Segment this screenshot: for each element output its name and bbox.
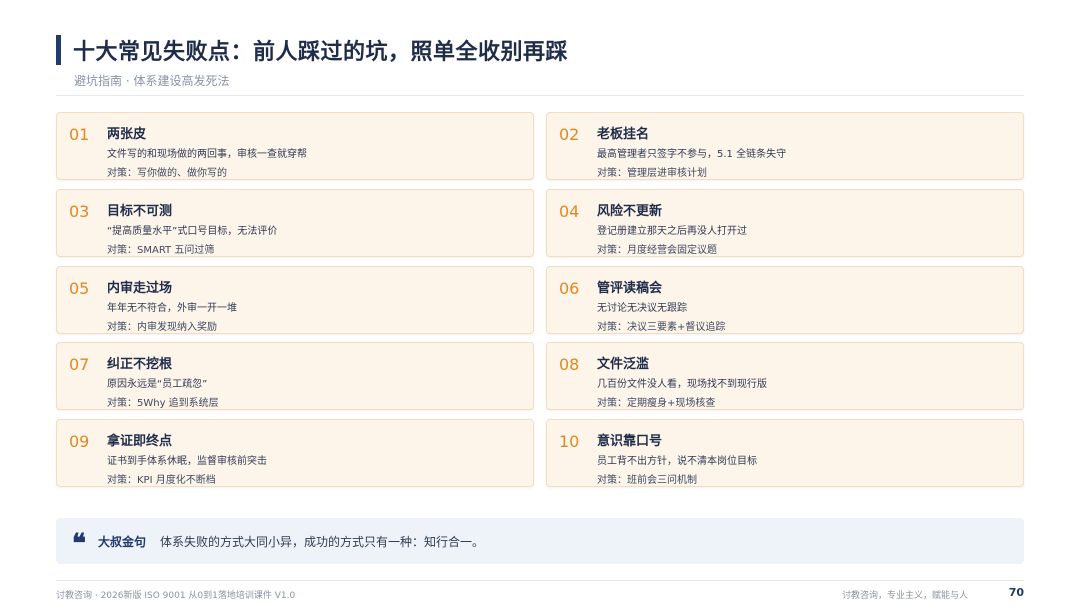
slide-header: 十大常见失败点：前人踩过的坑，照单全收别再踩 避坑指南 · 体系建设高发死法	[56, 34, 1024, 89]
card-title: 两张皮	[107, 127, 147, 142]
footer-course-info: 讨教咨询 · 2026新版 ISO 9001 从0到1落地培训课件 V1.0	[56, 591, 296, 601]
card-description: 证书到手体系休眠，监督审核前突击	[107, 456, 267, 467]
failure-card: 03 目标不可测 “提高质量水平”式口号目标，无法评价 对策：SMART 五问过…	[56, 189, 534, 257]
header-divider	[56, 95, 1024, 96]
failure-card: 06 管评读稿会 无讨论无决议无跟踪 对策：决议三要素+督议追踪	[546, 266, 1024, 334]
title-row: 十大常见失败点：前人踩过的坑，照单全收别再踩	[56, 34, 1024, 66]
card-description: 文件写的和现场做的两回事，审核一查就穿帮	[107, 149, 307, 160]
card-number: 05	[69, 279, 90, 298]
card-number: 07	[69, 355, 90, 374]
card-number: 06	[559, 279, 580, 298]
quote-text: 体系失败的方式大同小异，成功的方式只有一种：知行合一。	[160, 534, 485, 549]
failure-card: 10 意识靠口号 员工背不出方针，说不清本岗位目标 对策：班前会三问机制	[546, 419, 1024, 487]
failure-card: 04 风险不更新 登记册建立那天之后再没人打开过 对策：月度经营会固定议题	[546, 189, 1024, 257]
card-countermeasure: 对策：决议三要素+督议追踪	[597, 322, 726, 333]
page-title: 十大常见失败点：前人踩过的坑，照单全收别再踩	[73, 40, 569, 65]
card-title: 目标不可测	[107, 204, 173, 219]
footer-slogan: 讨教咨询，专业主义，赋能与人	[841, 591, 968, 601]
footer-divider	[56, 580, 1024, 581]
card-description: 员工背不出方针，说不清本岗位目标	[597, 456, 757, 467]
card-countermeasure: 对策：班前会三问机制	[597, 475, 697, 486]
card-description: 原因永远是“员工疏忽”	[107, 379, 208, 390]
card-number: 04	[559, 202, 580, 221]
failure-points-grid: 01 两张皮 文件写的和现场做的两回事，审核一查就穿帮 对策：写你做的、做你写的…	[56, 112, 1024, 487]
card-countermeasure: 对策：KPI 月度化不断档	[107, 475, 216, 486]
card-description: 几百份文件没人看，现场找不到现行版	[597, 379, 767, 390]
card-number: 01	[69, 125, 90, 144]
card-title: 老板挂名	[597, 127, 650, 142]
failure-card: 09 拿证即终点 证书到手体系休眠，监督审核前突击 对策：KPI 月度化不断档	[56, 419, 534, 487]
quote-banner: ❝ 大叔金句 体系失败的方式大同小异，成功的方式只有一种：知行合一。	[56, 518, 1024, 564]
card-title: 拿证即终点	[107, 434, 173, 449]
page-subtitle: 避坑指南 · 体系建设高发死法	[74, 74, 230, 88]
card-countermeasure: 对策：内审发现纳入奖励	[107, 322, 217, 333]
page-number: 70	[1008, 586, 1024, 599]
card-description: 最高管理者只签字不参与，5.1 全链条失守	[597, 149, 787, 160]
card-description: 年年无不符合，外审一开一堆	[107, 303, 237, 314]
card-description: 登记册建立那天之后再没人打开过	[597, 226, 747, 237]
card-countermeasure: 对策：管理层进审核计划	[597, 168, 707, 179]
card-countermeasure: 对策：定期瘦身+现场核查	[597, 398, 716, 409]
card-number: 09	[69, 432, 90, 451]
card-countermeasure: 对策：月度经营会固定议题	[597, 245, 717, 256]
card-title: 风险不更新	[597, 204, 663, 219]
card-number: 08	[559, 355, 580, 374]
card-title: 内审走过场	[107, 281, 173, 296]
quote-mark-icon: ❝	[72, 529, 86, 559]
quote-label: 大叔金句	[98, 534, 147, 549]
card-description: “提高质量水平”式口号目标，无法评价	[107, 226, 278, 237]
card-title: 文件泛滥	[597, 357, 650, 372]
card-countermeasure: 对策：SMART 五问过筛	[107, 245, 215, 256]
card-title: 纠正不挖根	[107, 357, 173, 372]
card-description: 无讨论无决议无跟踪	[597, 303, 687, 314]
card-number: 03	[69, 202, 90, 221]
card-title: 意识靠口号	[597, 434, 663, 449]
card-number: 10	[559, 432, 580, 451]
card-countermeasure: 对策：5Why 追到系统层	[107, 398, 219, 409]
failure-card: 01 两张皮 文件写的和现场做的两回事，审核一查就穿帮 对策：写你做的、做你写的	[56, 112, 534, 180]
failure-card: 08 文件泛滥 几百份文件没人看，现场找不到现行版 对策：定期瘦身+现场核查	[546, 342, 1024, 410]
card-countermeasure: 对策：写你做的、做你写的	[107, 168, 227, 179]
card-number: 02	[559, 125, 580, 144]
title-accent-bar	[56, 35, 61, 65]
failure-card: 07 纠正不挖根 原因永远是“员工疏忽” 对策：5Why 追到系统层	[56, 342, 534, 410]
failure-card: 02 老板挂名 最高管理者只签字不参与，5.1 全链条失守 对策：管理层进审核计…	[546, 112, 1024, 180]
card-title: 管评读稿会	[597, 281, 663, 296]
failure-card: 05 内审走过场 年年无不符合，外审一开一堆 对策：内审发现纳入奖励	[56, 266, 534, 334]
